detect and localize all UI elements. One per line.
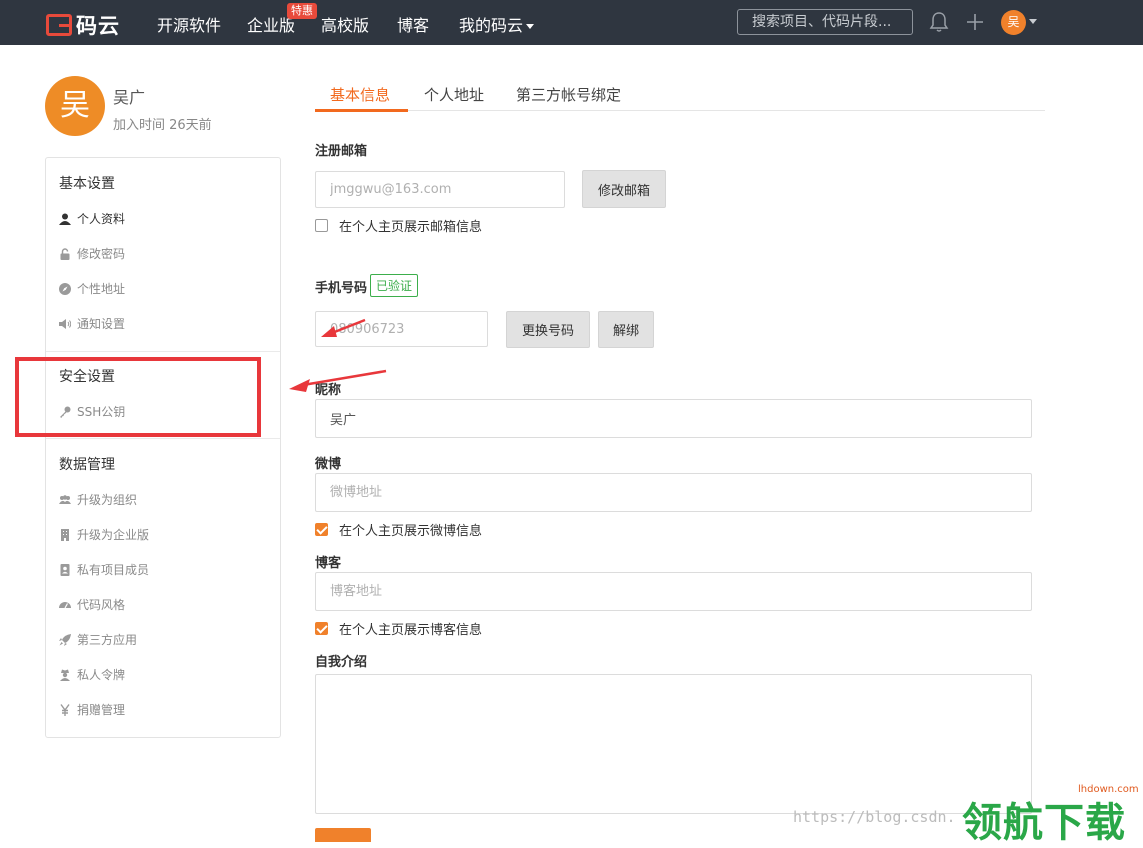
- sidebar-item-password[interactable]: 修改密码: [59, 245, 125, 262]
- sidebar-item-private-members[interactable]: 私有项目成员: [59, 561, 149, 578]
- sidebar-item-donations[interactable]: 捐赠管理: [59, 701, 125, 718]
- sidebar-item-profile[interactable]: 个人资料: [59, 210, 125, 227]
- sidebar-item-label: 代码风格: [77, 598, 126, 612]
- sidebar-item-label: 私有项目成员: [77, 563, 150, 577]
- sidebar-section-data: 数据管理: [59, 457, 115, 473]
- join-date: 加入时间 26天前: [113, 118, 212, 133]
- show-email-checkbox[interactable]: 在个人主页展示邮箱信息: [315, 216, 482, 235]
- sidebar-item-label: 个性地址: [77, 282, 126, 296]
- nav-blog[interactable]: 博客: [397, 12, 429, 36]
- volume-icon: [59, 318, 71, 329]
- intro-label: 自我介绍: [315, 655, 368, 670]
- checkbox-unchecked[interactable]: [315, 219, 328, 232]
- user-icon: [59, 213, 71, 225]
- phone-label: 手机号码: [315, 281, 368, 296]
- yen-icon: [60, 703, 70, 716]
- nav-campus[interactable]: 高校版: [321, 12, 369, 36]
- show-weibo-checkbox[interactable]: 在个人主页展示微博信息: [315, 520, 482, 539]
- promo-badge: 特惠: [287, 3, 317, 19]
- sidebar-divider: [46, 438, 280, 439]
- sidebar-item-label: 通知设置: [77, 317, 126, 331]
- show-email-label: 在个人主页展示邮箱信息: [339, 220, 483, 235]
- intro-textarea[interactable]: [315, 674, 1032, 814]
- contact-card-icon: [60, 563, 70, 576]
- sidebar-section-basic: 基本设置: [59, 176, 115, 192]
- avatar: 吴: [45, 76, 105, 136]
- sidebar-item-label: 个人资料: [77, 212, 126, 226]
- show-weibo-label: 在个人主页展示微博信息: [339, 524, 483, 539]
- plus-icon[interactable]: [965, 12, 985, 32]
- checkbox-checked[interactable]: [315, 523, 328, 536]
- weibo-field[interactable]: [315, 473, 1032, 512]
- weibo-label: 微博: [315, 457, 342, 472]
- nickname-label: 昵称: [315, 383, 342, 398]
- annotation-highlight-box: [15, 357, 261, 437]
- dashboard-icon: [59, 601, 71, 608]
- tab-basic-info[interactable]: 基本信息: [330, 84, 390, 105]
- tabs-divider: [315, 110, 1045, 111]
- top-navbar: 码云 开源软件 企业版 特惠 高校版 博客 我的码云 吴: [0, 0, 1143, 45]
- sidebar-item-label: 升级为组织: [77, 493, 138, 507]
- sidebar-item-label: 升级为企业版: [77, 528, 150, 542]
- verified-badge: 已验证: [370, 274, 419, 297]
- chevron-down-icon: [526, 24, 535, 29]
- show-blog-label: 在个人主页展示博客信息: [339, 623, 483, 638]
- tab-third-party-binding[interactable]: 第三方帐号绑定: [516, 84, 621, 105]
- watermark-logo: 领航下载: [962, 800, 1126, 846]
- sidebar-item-address[interactable]: 个性地址: [59, 280, 125, 297]
- sidebar-item-label: 私人令牌: [77, 668, 126, 682]
- nav-my-gitee[interactable]: 我的码云: [459, 12, 535, 36]
- sidebar-item-upgrade-org[interactable]: 升级为组织: [59, 491, 137, 508]
- email-label: 注册邮箱: [315, 144, 368, 159]
- sidebar-item-code-style[interactable]: 代码风格: [59, 596, 125, 613]
- lock-icon: [60, 247, 70, 260]
- unbind-button[interactable]: 解绑: [598, 311, 654, 348]
- sidebar-item-upgrade-enterprise[interactable]: 升级为企业版: [59, 526, 149, 543]
- logo[interactable]: 码云: [46, 10, 120, 40]
- sidebar-divider: [46, 351, 280, 352]
- user-name: 吴广: [113, 88, 146, 107]
- save-button[interactable]: [315, 828, 371, 842]
- sidebar-item-label: 第三方应用: [77, 633, 138, 647]
- active-tab-indicator: [315, 109, 408, 112]
- building-icon: [61, 528, 69, 541]
- nav-my-gitee-label: 我的码云: [459, 16, 524, 35]
- bell-icon[interactable]: [929, 11, 949, 33]
- sidebar-item-private-tokens[interactable]: 私人令牌: [59, 666, 125, 683]
- phone-field[interactable]: [315, 311, 488, 347]
- change-email-button[interactable]: 修改邮箱: [582, 170, 666, 208]
- user-avatar-small[interactable]: 吴: [1001, 10, 1026, 35]
- search-input[interactable]: [737, 9, 913, 35]
- nav-opensource[interactable]: 开源软件: [157, 12, 221, 36]
- logo-text: 码云: [76, 14, 120, 38]
- show-blog-checkbox[interactable]: 在个人主页展示博客信息: [315, 619, 482, 638]
- user-secret-icon: [60, 669, 70, 681]
- blog-label: 博客: [315, 556, 342, 571]
- chevron-down-icon[interactable]: [1029, 19, 1037, 24]
- email-field[interactable]: [315, 171, 565, 208]
- checkbox-checked[interactable]: [315, 622, 328, 635]
- nickname-field[interactable]: [315, 399, 1032, 438]
- tab-personal-address[interactable]: 个人地址: [424, 84, 484, 105]
- sidebar-item-label: 修改密码: [77, 247, 126, 261]
- change-phone-button[interactable]: 更换号码: [506, 311, 590, 348]
- blog-field[interactable]: [315, 572, 1032, 611]
- users-icon: [59, 494, 71, 504]
- watermark-url: https://blog.csdn.: [793, 808, 956, 826]
- sidebar-item-third-party-apps[interactable]: 第三方应用: [59, 631, 137, 648]
- sidebar-item-notifications[interactable]: 通知设置: [59, 315, 125, 332]
- compass-icon: [59, 282, 71, 295]
- sidebar-item-label: 捐赠管理: [77, 703, 126, 717]
- logo-icon: [46, 14, 72, 36]
- rocket-icon: [59, 633, 71, 646]
